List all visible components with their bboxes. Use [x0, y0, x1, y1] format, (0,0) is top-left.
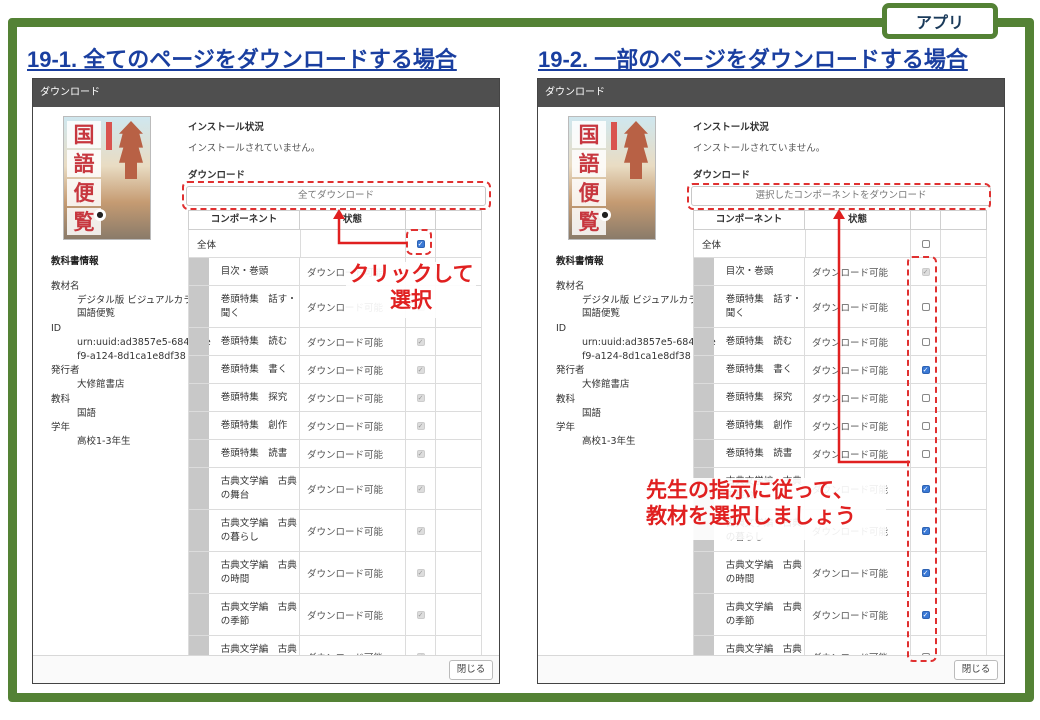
app-tag: アプリ: [882, 3, 998, 39]
callout-click-select: クリックして 選択: [346, 262, 476, 318]
callout-select-materials: 先生の指示に従って、 教材を選択しましょう: [646, 478, 886, 540]
highlight-component-checkboxes: [907, 256, 937, 662]
annotation-arrows: [333, 209, 910, 464]
highlight-download-selected-button: [687, 183, 991, 210]
